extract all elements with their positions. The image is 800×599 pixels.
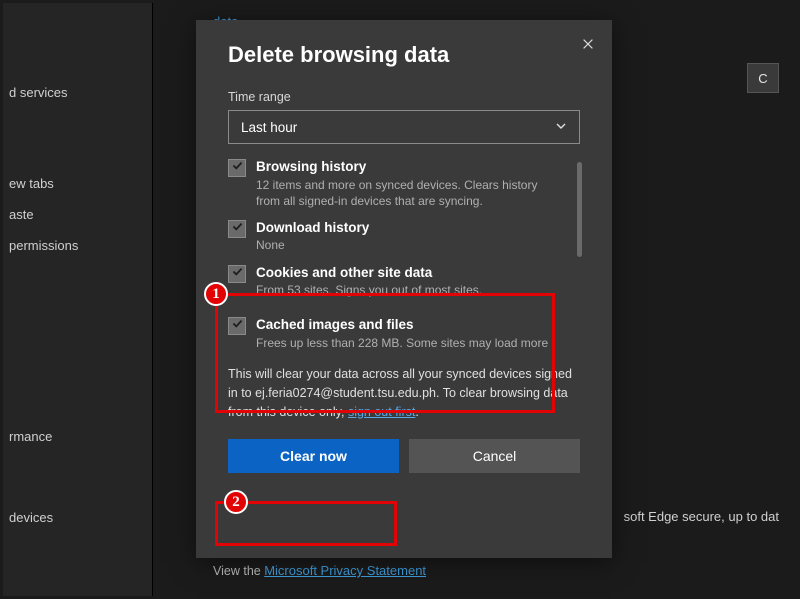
checkbox-cookies[interactable] [228, 265, 246, 283]
option-download-history: Download history None [228, 219, 562, 254]
sidebar-item[interactable]: ew tabs [3, 168, 152, 199]
checkmark-icon [231, 265, 244, 283]
checkmark-icon [231, 220, 244, 238]
checkbox-download-history[interactable] [228, 220, 246, 238]
disclosure-after: . [415, 405, 418, 419]
checkmark-icon [231, 159, 244, 177]
options-list: Browsing history 12 items and more on sy… [228, 158, 580, 355]
close-button[interactable] [574, 32, 602, 60]
privacy-line: View the Microsoft Privacy Statement [213, 563, 426, 578]
option-cached: Cached images and files Frees up less th… [228, 316, 562, 351]
delete-browsing-data-dialog: Delete browsing data Time range Last hou… [196, 20, 612, 558]
privacy-statement-link[interactable]: Microsoft Privacy Statement [264, 563, 426, 578]
choose-button[interactable]: C [747, 63, 779, 93]
time-range-value: Last hour [241, 120, 297, 135]
sidebar-item[interactable]: aste [3, 199, 152, 230]
option-browsing-history: Browsing history 12 items and more on sy… [228, 158, 562, 209]
option-title: Cookies and other site data [256, 264, 562, 282]
sign-out-link[interactable]: sign out first [348, 405, 415, 419]
option-subtitle: Frees up less than 228 MB. Some sites ma… [256, 335, 562, 351]
sync-disclosure: This will clear your data across all you… [228, 365, 580, 421]
option-title: Download history [256, 219, 562, 237]
sidebar-item[interactable]: rmance [3, 421, 152, 452]
secure-text: soft Edge secure, up to dat [624, 509, 779, 524]
close-icon [581, 37, 595, 55]
scrollbar[interactable] [577, 162, 582, 257]
dialog-buttons: Clear now Cancel [228, 439, 580, 473]
view-prefix: View the [213, 564, 264, 578]
checkbox-browsing-history[interactable] [228, 159, 246, 177]
sidebar-item[interactable]: devices [3, 502, 152, 533]
checkbox-cached[interactable] [228, 317, 246, 335]
option-subtitle: 12 items and more on synced devices. Cle… [256, 177, 562, 209]
settings-sidebar: d services ew tabs aste permissions rman… [3, 3, 153, 596]
annotation-badge-1: 1 [204, 282, 228, 306]
option-title: Browsing history [256, 158, 562, 176]
time-range-label: Time range [228, 90, 580, 104]
option-subtitle: None [256, 237, 562, 253]
dialog-title: Delete browsing data [228, 42, 580, 68]
option-cookies: Cookies and other site data From 53 site… [228, 264, 562, 299]
option-subtitle: From 53 sites. Signs you out of most sit… [256, 282, 562, 298]
time-range-dropdown[interactable]: Last hour [228, 110, 580, 144]
option-title: Cached images and files [256, 316, 562, 334]
annotation-badge-2: 2 [224, 490, 248, 514]
clear-now-button[interactable]: Clear now [228, 439, 399, 473]
sidebar-item[interactable]: d services [3, 77, 152, 108]
chevron-down-icon [555, 120, 567, 135]
checkmark-icon [231, 317, 244, 335]
sidebar-item[interactable]: permissions [3, 230, 152, 261]
cancel-button[interactable]: Cancel [409, 439, 580, 473]
